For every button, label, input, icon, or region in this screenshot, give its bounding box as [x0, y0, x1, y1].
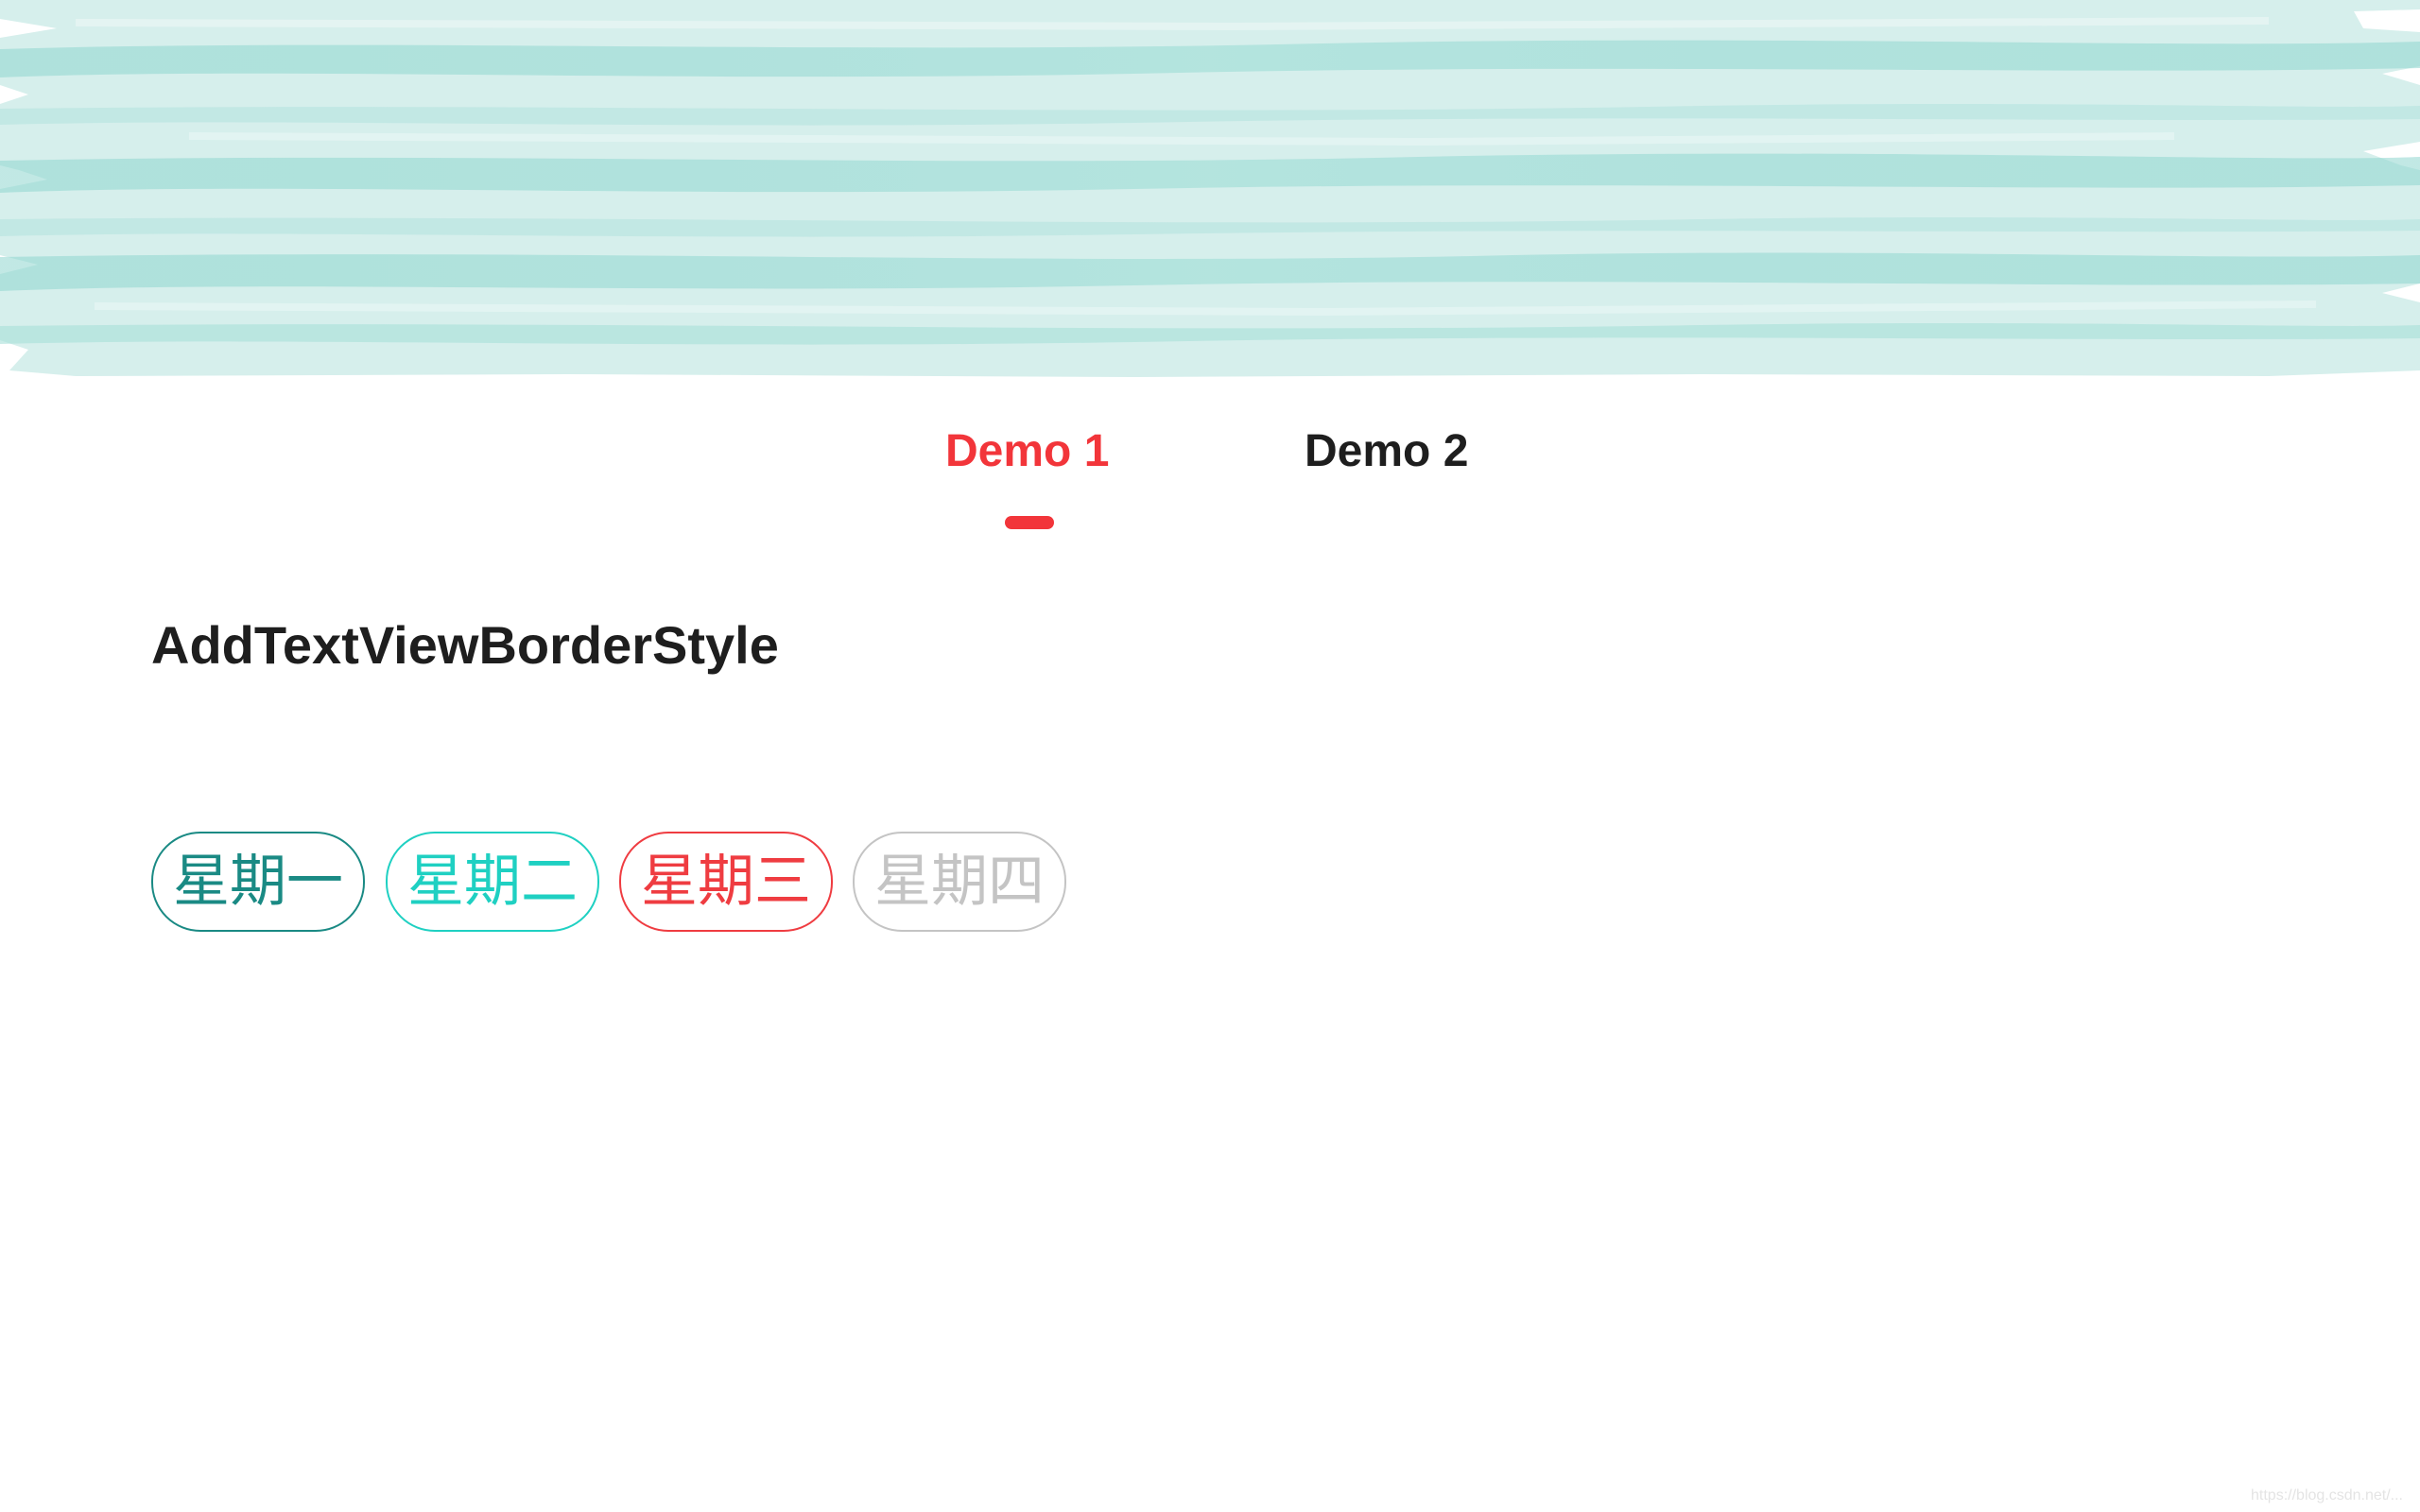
tab-demo-2[interactable]: Demo 2	[1305, 425, 1468, 477]
banner-image	[0, 0, 2420, 377]
app-screen: Demo 1 Demo 2 AddTextViewBorderStyle 星期一…	[0, 0, 2420, 1512]
tab-demo-1[interactable]: Demo 1	[945, 425, 1109, 477]
section-title: AddTextViewBorderStyle	[151, 615, 779, 675]
watercolor-banner	[0, 0, 2420, 378]
active-tab-indicator	[1005, 516, 1054, 529]
tab-bar: Demo 1 Demo 2	[0, 425, 2420, 539]
chip-wednesday[interactable]: 星期三	[619, 832, 833, 932]
chip-tuesday[interactable]: 星期二	[386, 832, 599, 932]
watermark-text: https://blog.csdn.net/...	[2251, 1487, 2403, 1503]
chip-monday[interactable]: 星期一	[151, 832, 365, 932]
chip-thursday[interactable]: 星期四	[853, 832, 1066, 932]
